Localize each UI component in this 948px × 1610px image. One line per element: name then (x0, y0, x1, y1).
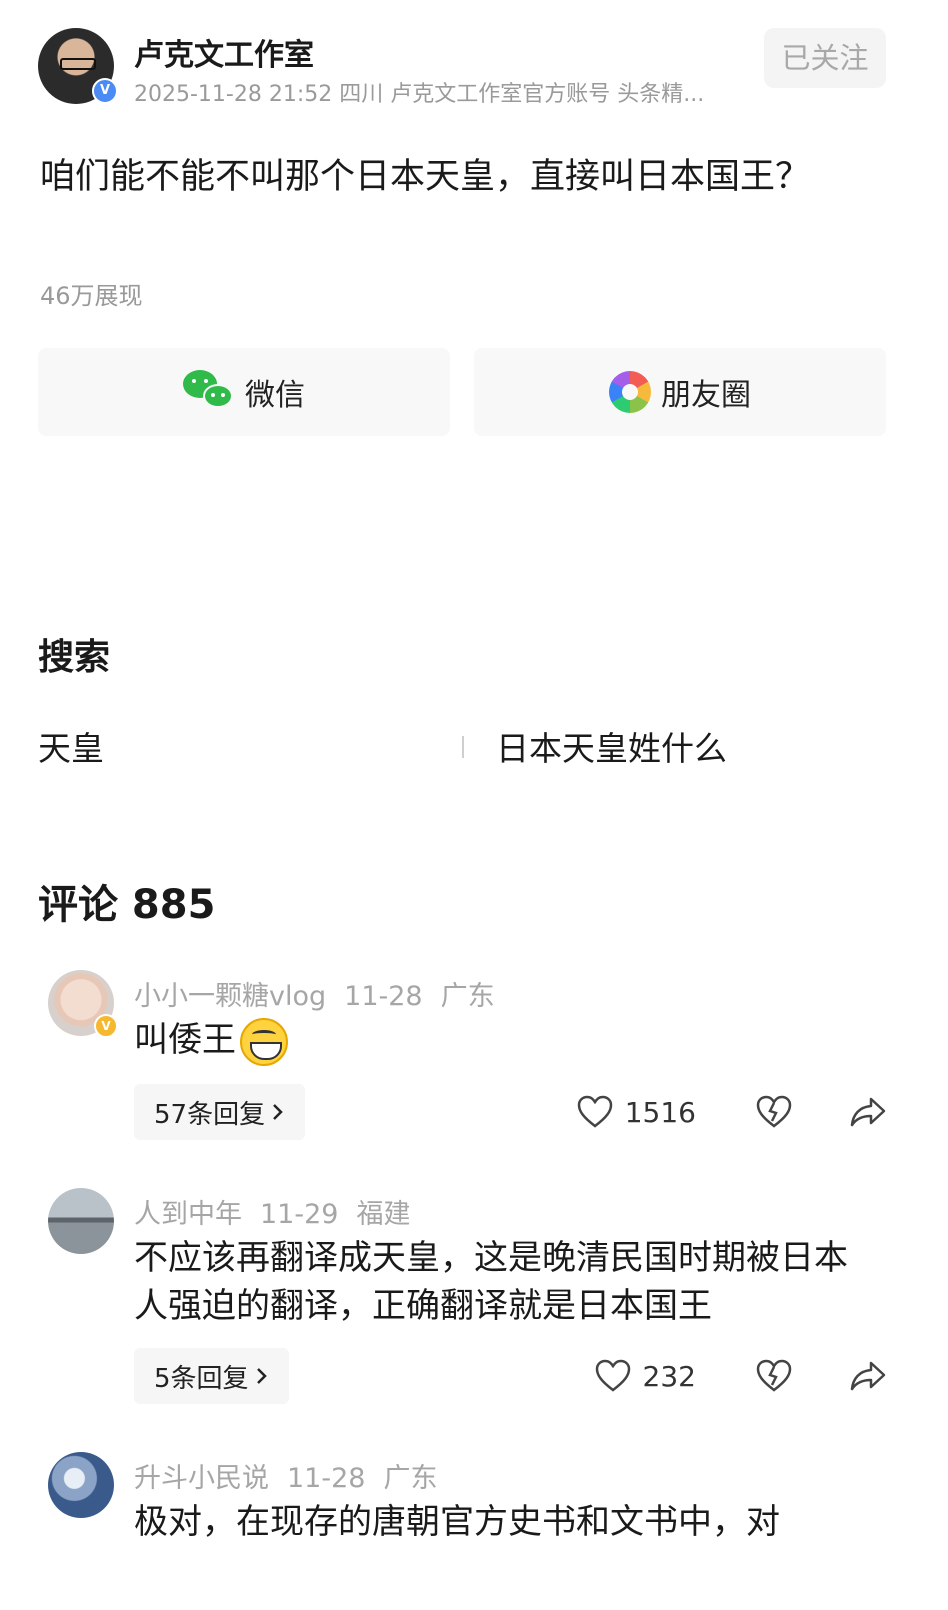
comment-meta: 人到中年 11-29 福建 (134, 1192, 428, 1231)
share-icon[interactable] (848, 1356, 888, 1396)
comment-item: 人到中年 11-29 福建 不应该再翻译成天皇，这是晚清民国时期被日本人强迫的翻译，… (48, 1188, 888, 1408)
verified-badge-icon: V (94, 1014, 118, 1038)
comment-text-content: 叫倭王 (134, 1020, 236, 1060)
comment-actions: 1516 (575, 1084, 888, 1140)
search-divider (462, 736, 464, 758)
comment-date: 11-29 (260, 1199, 339, 1230)
search-suggestion[interactable]: 日本天皇姓什么 (496, 722, 727, 770)
author-name[interactable]: 卢克文工作室 (134, 30, 314, 74)
like-icon[interactable] (593, 1356, 633, 1396)
share-wechat-button[interactable]: 微信 (38, 348, 450, 436)
comment-meta: 升斗小民说 11-28 广东 (134, 1456, 455, 1495)
replies-label: 5条回复 (154, 1363, 249, 1394)
like-count: 1516 (624, 1095, 696, 1129)
chevron-right-icon (273, 1104, 283, 1120)
replies-label: 57条回复 (154, 1099, 266, 1130)
comment-username[interactable]: 升斗小民说 (134, 1463, 269, 1494)
comment-meta: 小小一颗糖vlog 11-28 广东 (134, 974, 513, 1013)
comment-text: 不应该再翻译成天皇，这是晚清民国时期被日本人强迫的翻译，正确翻译就是日本国王 (134, 1238, 848, 1326)
author-header: V 卢克文工作室 2025-11-28 21:52 四川 卢克文工作室官方账号 … (38, 28, 910, 108)
comment-location: 广东 (383, 1463, 438, 1494)
grin-emoji-icon (240, 1017, 288, 1066)
share-wechat-label: 微信 (245, 378, 305, 413)
comment-text: 叫倭王 (134, 1016, 874, 1066)
view-replies-button[interactable]: 5条回复 (134, 1348, 289, 1404)
search-section-title: 搜索 (38, 637, 111, 678)
comment-avatar[interactable] (48, 1188, 114, 1254)
moments-icon (609, 371, 651, 413)
comment-actions: 232 (593, 1348, 888, 1404)
view-count: 46万展现 (40, 282, 143, 310)
comment-avatar[interactable] (48, 1452, 114, 1518)
follow-button[interactable]: 已关注 (764, 28, 886, 88)
dislike-broken-heart-icon[interactable] (754, 1356, 794, 1396)
comments-title: 评论 885 (38, 882, 216, 928)
comment-item: V 小小一颗糖vlog 11-28 广东 叫倭王 57条回复 1516 (48, 970, 888, 1150)
comment-date: 11-28 (287, 1463, 366, 1494)
view-replies-button[interactable]: 57条回复 (134, 1084, 306, 1140)
comment-username[interactable]: 人到中年 (134, 1199, 242, 1230)
comment-username[interactable]: 小小一颗糖vlog (134, 981, 326, 1012)
comment-text: 极对，在现存的唐朝官方史书和文书中，对 (134, 1502, 780, 1542)
wechat-icon (183, 370, 235, 414)
dislike-broken-heart-icon[interactable] (754, 1092, 794, 1132)
share-moments-label: 朋友圈 (661, 378, 751, 413)
post-text: 咱们能不能不叫那个日本天皇，直接叫日本国王？ (40, 157, 811, 197)
comment-location: 福建 (356, 1199, 411, 1230)
chevron-right-icon (256, 1368, 267, 1384)
share-moments-button[interactable]: 朋友圈 (474, 348, 886, 436)
search-suggestion[interactable]: 天皇 (38, 722, 104, 770)
comment-date: 11-28 (344, 981, 423, 1012)
like-count: 232 (642, 1359, 696, 1393)
share-icon[interactable] (848, 1092, 888, 1132)
comment-item: 升斗小民说 11-28 广东 极对，在现存的唐朝官方史书和文书中，对 (48, 1452, 888, 1610)
like-icon[interactable] (575, 1092, 615, 1132)
post-meta: 2025-11-28 21:52 四川 卢克文工作室官方账号 头条精... (134, 82, 705, 107)
comment-location: 广东 (440, 981, 495, 1012)
verified-badge-icon: V (92, 78, 118, 104)
